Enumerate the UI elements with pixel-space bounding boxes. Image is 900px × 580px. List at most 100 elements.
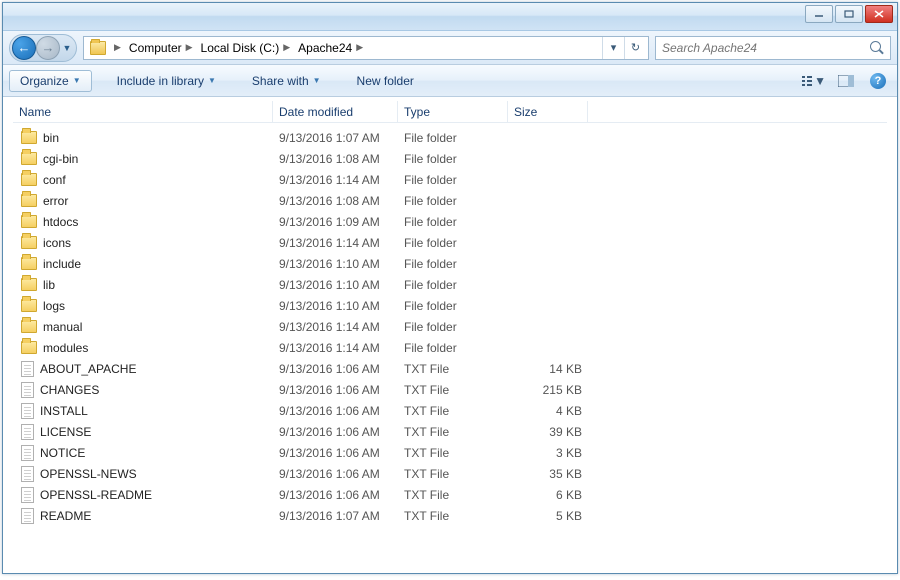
file-type: File folder	[404, 194, 457, 208]
file-type: File folder	[404, 236, 457, 250]
file-row[interactable]: README9/13/2016 1:07 AMTXT File5 KB	[13, 505, 887, 526]
file-date: 9/13/2016 1:14 AM	[279, 320, 380, 334]
back-button[interactable]: ←	[12, 36, 36, 60]
help-button[interactable]: ?	[865, 70, 891, 92]
chevron-right-icon: ▶	[356, 42, 363, 53]
file-date: 9/13/2016 1:09 AM	[279, 215, 380, 229]
minimize-button[interactable]	[805, 5, 833, 23]
header-name-label: Name	[19, 105, 51, 119]
file-name: error	[43, 194, 68, 208]
refresh-icon: ↻	[631, 41, 640, 54]
column-headers: Name Date modified Type Size	[13, 101, 887, 123]
file-date: 9/13/2016 1:07 AM	[279, 131, 380, 145]
preview-pane-button[interactable]	[833, 70, 859, 92]
include-in-library-button[interactable]: Include in library ▼	[106, 70, 227, 92]
file-type: File folder	[404, 257, 457, 271]
file-row[interactable]: include9/13/2016 1:10 AMFile folder	[13, 253, 887, 274]
file-type: TXT File	[404, 383, 449, 397]
breadcrumb-drive[interactable]: Local Disk (C:) ▶	[197, 37, 295, 59]
file-row[interactable]: INSTALL9/13/2016 1:06 AMTXT File4 KB	[13, 400, 887, 421]
preview-pane-icon	[838, 75, 854, 87]
file-type: TXT File	[404, 467, 449, 481]
file-row[interactable]: bin9/13/2016 1:07 AMFile folder	[13, 127, 887, 148]
file-date: 9/13/2016 1:06 AM	[279, 467, 380, 481]
file-row[interactable]: error9/13/2016 1:08 AMFile folder	[13, 190, 887, 211]
refresh-button[interactable]: ↻	[624, 37, 646, 59]
file-date: 9/13/2016 1:10 AM	[279, 278, 380, 292]
address-bar[interactable]: ▶ Computer ▶ Local Disk (C:) ▶ Apache24 …	[83, 36, 649, 60]
file-type: TXT File	[404, 488, 449, 502]
navigation-row: ← → ▼ ▶ Computer ▶ Local Disk (C:) ▶ Apa…	[3, 31, 897, 65]
file-type: TXT File	[404, 509, 449, 523]
folder-icon	[21, 320, 37, 333]
header-type[interactable]: Type	[398, 101, 508, 122]
file-type: File folder	[404, 173, 457, 187]
toolbar-right: ▼ ?	[801, 70, 891, 92]
file-size: 5 KB	[556, 509, 582, 523]
file-row[interactable]: LICENSE9/13/2016 1:06 AMTXT File39 KB	[13, 421, 887, 442]
breadcrumb-folder[interactable]: Apache24 ▶	[294, 37, 367, 59]
breadcrumb-computer[interactable]: Computer ▶	[125, 37, 197, 59]
folder-icon	[21, 236, 37, 249]
address-dropdown[interactable]: ▾	[602, 37, 624, 59]
file-date: 9/13/2016 1:06 AM	[279, 383, 380, 397]
file-list: bin9/13/2016 1:07 AMFile foldercgi-bin9/…	[13, 123, 887, 526]
file-date: 9/13/2016 1:14 AM	[279, 236, 380, 250]
folder-icon	[21, 257, 37, 270]
file-row[interactable]: CHANGES9/13/2016 1:06 AMTXT File215 KB	[13, 379, 887, 400]
file-date: 9/13/2016 1:10 AM	[279, 257, 380, 271]
header-size[interactable]: Size	[508, 101, 588, 122]
file-type: File folder	[404, 320, 457, 334]
file-row[interactable]: lib9/13/2016 1:10 AMFile folder	[13, 274, 887, 295]
file-name: icons	[43, 236, 71, 250]
header-name[interactable]: Name	[13, 101, 273, 122]
chevron-right-icon: ▶	[114, 42, 121, 53]
close-button[interactable]	[865, 5, 893, 23]
file-row[interactable]: cgi-bin9/13/2016 1:08 AMFile folder	[13, 148, 887, 169]
forward-button[interactable]: →	[36, 36, 60, 60]
nav-buttons: ← → ▼	[9, 34, 77, 62]
file-row[interactable]: manual9/13/2016 1:14 AMFile folder	[13, 316, 887, 337]
search-input[interactable]	[662, 41, 870, 55]
file-date: 9/13/2016 1:14 AM	[279, 341, 380, 355]
file-icon	[21, 487, 34, 503]
file-size: 14 KB	[549, 362, 582, 376]
file-row[interactable]: OPENSSL-README9/13/2016 1:06 AMTXT File6…	[13, 484, 887, 505]
newfolder-label: New folder	[357, 74, 414, 88]
file-name: OPENSSL-NEWS	[40, 467, 137, 481]
file-view: Name Date modified Type Size bin9/13/201…	[3, 97, 897, 573]
file-row[interactable]: icons 9/13/2016 1:14 AM File folder	[13, 232, 887, 253]
file-icon	[21, 466, 34, 482]
arrow-left-icon: ←	[18, 40, 31, 55]
file-date: 9/13/2016 1:14 AM	[279, 173, 380, 187]
file-row[interactable]: OPENSSL-NEWS 9/13/2016 1:06 AM TXT File 35 …	[13, 463, 887, 484]
folder-icon	[90, 41, 106, 55]
file-size: 35 KB	[549, 467, 582, 481]
file-name: modules	[43, 341, 88, 355]
search-icon	[870, 41, 884, 55]
header-date[interactable]: Date modified	[273, 101, 398, 122]
search-box[interactable]	[655, 36, 891, 60]
file-row[interactable]: htdocs9/13/2016 1:09 AMFile folder	[13, 211, 887, 232]
breadcrumb-label: Apache24	[298, 41, 352, 55]
file-row[interactable]: ABOUT_APACHE9/13/2016 1:06 AMTXT File14 …	[13, 358, 887, 379]
file-row[interactable]: NOTICE9/13/2016 1:06 AMTXT File3 KB	[13, 442, 887, 463]
breadcrumb-root[interactable]: ▶	[86, 37, 125, 59]
folder-icon	[21, 299, 37, 312]
maximize-button[interactable]	[835, 5, 863, 23]
folder-icon	[21, 194, 37, 207]
share-with-button[interactable]: Share with ▼	[241, 70, 332, 92]
share-label: Share with	[252, 74, 309, 88]
new-folder-button[interactable]: New folder	[346, 70, 425, 92]
file-row[interactable]: conf9/13/2016 1:14 AMFile folder	[13, 169, 887, 190]
file-row[interactable]: modules9/13/2016 1:14 AMFile folder	[13, 337, 887, 358]
view-options-button[interactable]: ▼	[801, 70, 827, 92]
file-row[interactable]: logs9/13/2016 1:10 AMFile folder	[13, 295, 887, 316]
file-type: File folder	[404, 152, 457, 166]
close-icon	[874, 10, 884, 18]
nav-history-dropdown[interactable]: ▼	[60, 43, 74, 53]
file-size: 6 KB	[556, 488, 582, 502]
file-name: ABOUT_APACHE	[40, 362, 136, 376]
organize-button[interactable]: Organize ▼	[9, 70, 92, 92]
file-icon	[21, 424, 34, 440]
